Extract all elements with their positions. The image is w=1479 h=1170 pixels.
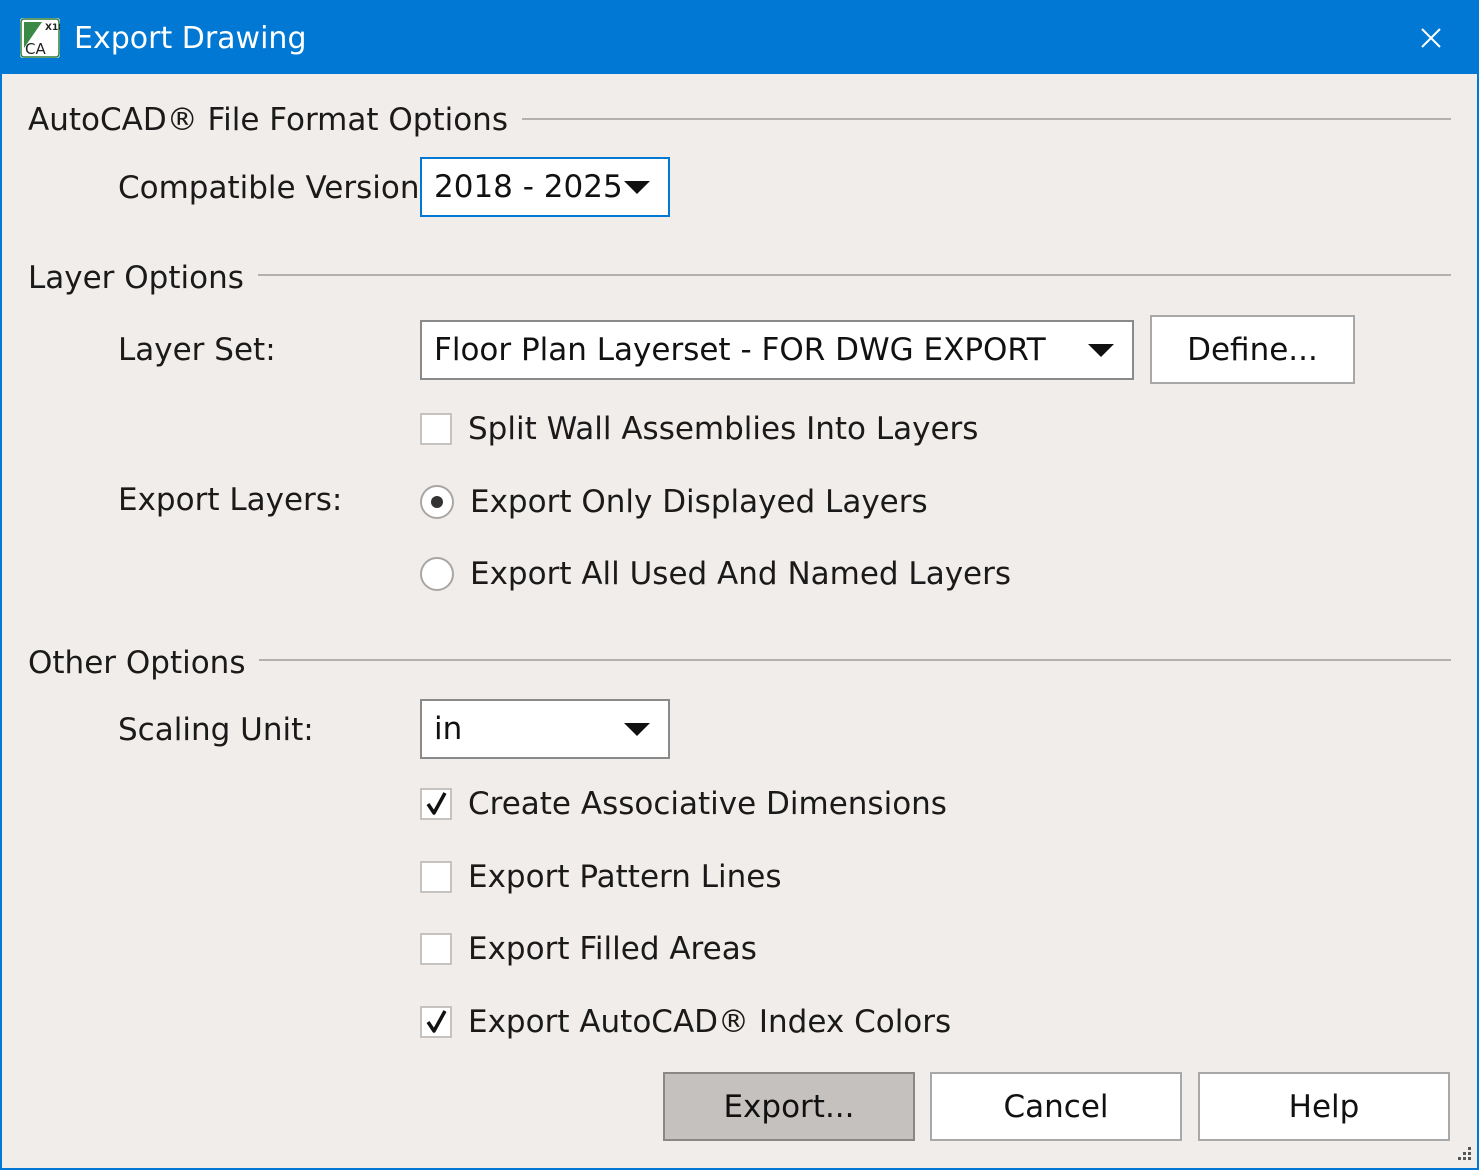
index-colors-checkbox[interactable] (420, 1006, 452, 1038)
define-button[interactable]: Define... (1150, 315, 1355, 384)
group-divider (492, 118, 1451, 120)
chevron-down-icon (1088, 344, 1114, 357)
compatible-version-label: Compatible Version: (118, 170, 430, 206)
help-button[interactable]: Help (1198, 1072, 1450, 1141)
index-colors-row[interactable]: Export AutoCAD® Index Colors (420, 1002, 951, 1042)
group-title-layer-options: Layer Options (28, 258, 258, 298)
radio-label: Export All Used And Named Layers (470, 556, 1012, 592)
radio-button[interactable] (420, 557, 454, 591)
scaling-unit-label: Scaling Unit: (118, 712, 314, 748)
pattern-lines-checkbox[interactable] (420, 861, 452, 893)
split-wall-checkbox-row[interactable]: Split Wall Assemblies Into Layers (420, 409, 978, 449)
radio-button[interactable] (420, 485, 454, 519)
associative-dimensions-row[interactable]: Create Associative Dimensions (420, 784, 947, 824)
svg-text:CA: CA (25, 40, 46, 58)
chevron-down-icon (624, 181, 650, 194)
filled-areas-checkbox[interactable] (420, 933, 452, 965)
export-button[interactable]: Export... (663, 1072, 915, 1141)
compatible-version-value: 2018 - 2025 (434, 169, 623, 205)
checkbox-label: Export Filled Areas (468, 931, 757, 967)
filled-areas-row[interactable]: Export Filled Areas (420, 929, 757, 969)
checkbox-label: Create Associative Dimensions (468, 786, 947, 822)
scaling-unit-select[interactable]: in (420, 699, 670, 759)
app-icon: X18 CA (20, 18, 60, 58)
group-divider (246, 659, 1451, 661)
checkbox-label: Export Pattern Lines (468, 859, 782, 895)
checkmark-icon (426, 1010, 447, 1033)
checkmark-icon (426, 792, 447, 815)
close-button[interactable] (1385, 2, 1477, 74)
title-bar[interactable]: X18 CA Export Drawing (2, 2, 1477, 74)
split-wall-label: Split Wall Assemblies Into Layers (468, 411, 979, 447)
associative-dimensions-checkbox[interactable] (420, 788, 452, 820)
checkbox-label: Export AutoCAD® Index Colors (468, 1004, 952, 1040)
close-icon (1421, 28, 1441, 48)
cancel-button[interactable]: Cancel (930, 1072, 1182, 1141)
export-drawing-dialog: X18 CA Export Drawing AutoCAD® File Form… (0, 0, 1479, 1170)
layer-set-value: Floor Plan Layerset - FOR DWG EXPORT (434, 332, 1046, 368)
pattern-lines-row[interactable]: Export Pattern Lines (420, 857, 781, 897)
compatible-version-select[interactable]: 2018 - 2025 (420, 157, 670, 217)
group-title-other-options: Other Options (28, 643, 260, 683)
group-divider (240, 274, 1451, 276)
radio-export-displayed-layers[interactable]: Export Only Displayed Layers (420, 482, 928, 522)
export-layers-label: Export Layers: (118, 482, 343, 518)
radio-export-all-layers[interactable]: Export All Used And Named Layers (420, 554, 1011, 594)
svg-text:X18: X18 (45, 23, 60, 33)
scaling-unit-value: in (434, 711, 463, 747)
resize-grip-icon[interactable] (1453, 1144, 1473, 1164)
radio-selected-dot (431, 496, 443, 508)
layer-set-label: Layer Set: (118, 332, 276, 368)
layer-set-select[interactable]: Floor Plan Layerset - FOR DWG EXPORT (420, 320, 1134, 380)
split-wall-checkbox[interactable] (420, 413, 452, 445)
chevron-down-icon (624, 723, 650, 736)
group-title-autocad-options: AutoCAD® File Format Options (28, 100, 522, 140)
radio-label: Export Only Displayed Layers (470, 484, 928, 520)
window-title: Export Drawing (74, 21, 307, 56)
